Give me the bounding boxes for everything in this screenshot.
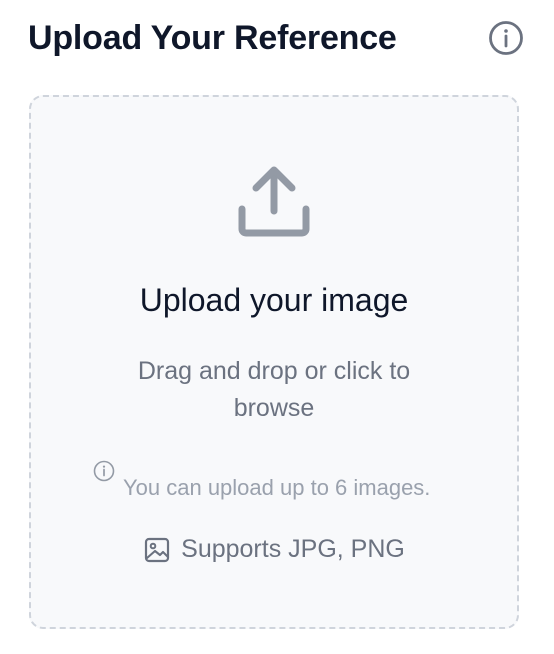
info-button[interactable] xyxy=(488,20,524,56)
panel-header: Upload Your Reference xyxy=(28,14,524,62)
upload-limit-note: You can upload up to 6 images. xyxy=(91,459,471,503)
info-circle-icon xyxy=(489,21,523,55)
dropzone-title: Upload your image xyxy=(139,282,409,318)
supported-formats-text: Supports JPG, PNG xyxy=(181,535,405,563)
upload-reference-panel: Upload Your Reference Upload your image … xyxy=(0,0,554,654)
image-icon xyxy=(145,537,170,562)
page-title: Upload Your Reference xyxy=(28,19,397,57)
upload-icon xyxy=(238,166,310,237)
info-circle-icon xyxy=(93,460,115,482)
upload-dropzone[interactable]: Upload your image Drag and drop or click… xyxy=(29,95,519,629)
dropzone-subtitle: Drag and drop or click to browse xyxy=(137,357,411,422)
upload-limit-text: You can upload up to 6 images. xyxy=(123,475,431,500)
supported-formats: Supports JPG, PNG xyxy=(31,535,517,564)
